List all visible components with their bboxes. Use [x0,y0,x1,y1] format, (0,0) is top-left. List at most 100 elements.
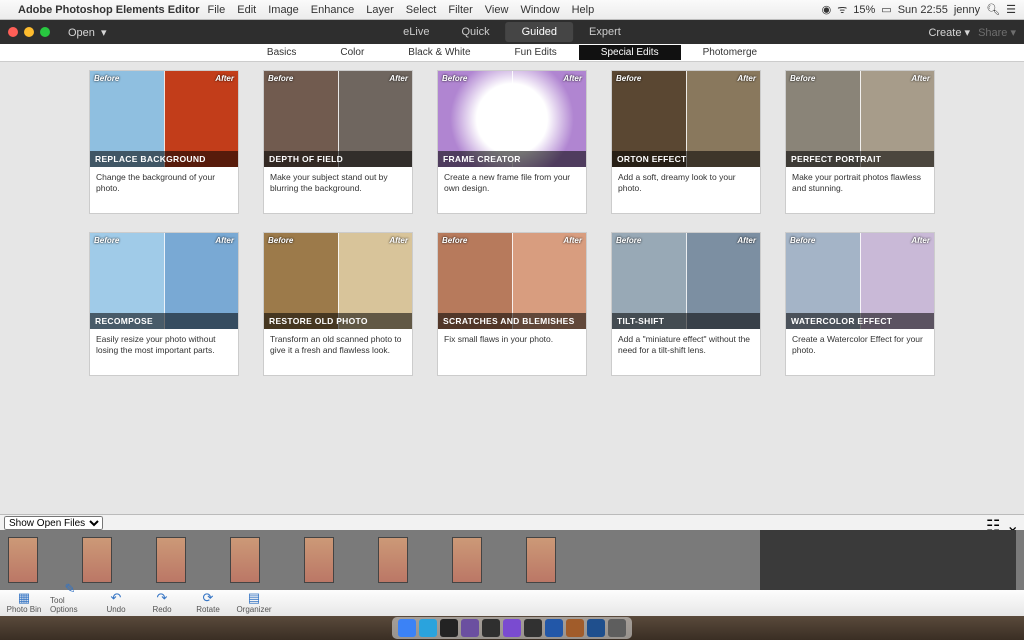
open-file-thumb[interactable] [156,537,186,583]
card-restore-old-photo[interactable]: BeforeAfterRESTORE OLD PHOTOTransform an… [263,232,413,376]
grid-view-icon[interactable]: ☷ [986,516,1000,530]
card-recompose[interactable]: BeforeAfterRECOMPOSEEasily resize your p… [89,232,239,376]
photo-bin-icon: ▦ [15,591,33,605]
dock-app-icon[interactable] [461,619,479,637]
share-button[interactable]: Share ▾ [978,26,1016,39]
card-thumb: BeforeAfterREPLACE BACKGROUND [90,71,238,167]
mode-tab-quick[interactable]: Quick [445,22,505,42]
dock-app-icon[interactable] [503,619,521,637]
card-watercolor-effect[interactable]: BeforeAfterWATERCOLOR EFFECTCreate a Wat… [785,232,935,376]
minimize-icon[interactable] [24,27,34,37]
subtab-black-white[interactable]: Black & White [386,45,492,60]
menu-edit[interactable]: Edit [237,4,256,16]
open-file-thumb[interactable] [452,537,482,583]
window-controls[interactable] [8,27,50,37]
subtab-special-edits[interactable]: Special Edits [579,45,681,60]
card-orton-effect[interactable]: BeforeAfterORTON EFFECTAdd a soft, dream… [611,70,761,214]
card-description: Create a Watercolor Effect for your phot… [786,329,934,375]
open-file-thumb[interactable] [230,537,260,583]
menu-view[interactable]: View [485,4,509,16]
open-file-thumb[interactable] [304,537,334,583]
user-name[interactable]: jenny [954,4,980,16]
tool-undo[interactable]: ↶Undo [96,591,136,614]
card-perfect-portrait[interactable]: BeforeAfterPERFECT PORTRAITMake your por… [785,70,935,214]
mode-tab-guided[interactable]: Guided [506,22,573,42]
card-title: SCRATCHES AND BLEMISHES [438,313,586,329]
before-label: Before [94,74,119,83]
open-file-thumb[interactable] [8,537,38,583]
card-scratches-and-blemishes[interactable]: BeforeAfterSCRATCHES AND BLEMISHESFix sm… [437,232,587,376]
card-description: Easily resize your photo without losing … [90,329,238,375]
dock-app-icon[interactable] [566,619,584,637]
app-name[interactable]: Adobe Photoshop Elements Editor [18,4,200,16]
card-replace-background[interactable]: BeforeAfterREPLACE BACKGROUNDChange the … [89,70,239,214]
mode-tab-expert[interactable]: Expert [573,22,637,42]
open-file-thumb[interactable] [82,537,112,583]
dock-app-icon[interactable] [398,619,416,637]
card-thumb: BeforeAfterWATERCOLOR EFFECT [786,233,934,329]
dock-app-icon[interactable] [440,619,458,637]
menu-icon[interactable]: ☰ [1006,3,1016,16]
dock-app-icon[interactable] [545,619,563,637]
clock: Sun 22:55 [898,4,948,16]
before-label: Before [268,74,293,83]
before-label: Before [616,236,641,245]
after-label: After [215,236,234,245]
tool-redo[interactable]: ↷Redo [142,591,182,614]
card-description: Transform an old scanned photo to give i… [264,329,412,375]
card-title: WATERCOLOR EFFECT [786,313,934,329]
menu-window[interactable]: Window [520,4,559,16]
open-file-thumb[interactable] [378,537,408,583]
spotlight-icon[interactable]: 🔍︎ [986,3,1000,16]
after-label: After [215,74,234,83]
subtab-fun-edits[interactable]: Fun Edits [493,45,579,60]
before-label: Before [268,236,293,245]
menu-layer[interactable]: Layer [366,4,394,16]
wifi-icon: ᯤ [837,2,847,17]
card-description: Make your portrait photos flawless and s… [786,167,934,213]
close-icon[interactable] [8,27,18,37]
menu-help[interactable]: Help [572,4,595,16]
macos-dock[interactable] [392,617,632,639]
menu-select[interactable]: Select [406,4,437,16]
open-button[interactable]: Open ▾ [60,24,115,41]
app-toolbar: Open ▾ eLiveQuickGuidedExpert Create ▾ S… [0,20,1024,44]
card-title: ORTON EFFECT [612,151,760,167]
menu-enhance[interactable]: Enhance [311,4,354,16]
mode-tab-elive[interactable]: eLive [387,22,445,42]
desktop-background [0,616,1024,640]
menu-image[interactable]: Image [268,4,299,16]
menu-file[interactable]: File [208,4,226,16]
card-description: Add a soft, dreamy look to your photo. [612,167,760,213]
tool-photo-bin[interactable]: ▦Photo Bin [4,591,44,614]
card-title: PERFECT PORTRAIT [786,151,934,167]
card-title: RESTORE OLD PHOTO [264,313,412,329]
menu-filter[interactable]: Filter [448,4,472,16]
tool-tool-options[interactable]: ✎Tool Options [50,582,90,614]
tool-organizer[interactable]: ▤Organizer [234,591,274,614]
card-depth-of-field[interactable]: BeforeAfterDEPTH OF FIELDMake your subje… [263,70,413,214]
dock-app-icon[interactable] [587,619,605,637]
subtab-color[interactable]: Color [318,45,386,60]
zoom-icon[interactable] [40,27,50,37]
card-tilt-shift[interactable]: BeforeAfterTILT-SHIFTAdd a "miniature ef… [611,232,761,376]
create-button[interactable]: Create ▾ [928,26,970,39]
after-label: After [563,236,582,245]
subtab-basics[interactable]: Basics [245,45,318,60]
open-file-thumb[interactable] [526,537,556,583]
dock-app-icon[interactable] [608,619,626,637]
rotate-icon: ⟳ [199,591,217,605]
undo-icon: ↶ [107,591,125,605]
after-label: After [389,74,408,83]
card-thumb: BeforeAfterSCRATCHES AND BLEMISHES [438,233,586,329]
after-label: After [737,236,756,245]
dock-app-icon[interactable] [419,619,437,637]
subtab-photomerge[interactable]: Photomerge [681,45,779,60]
dock-app-icon[interactable] [524,619,542,637]
collapse-icon[interactable]: ⌄ [1006,516,1020,530]
show-open-files-select[interactable]: Show Open Files [4,516,103,530]
card-thumb: BeforeAfterRESTORE OLD PHOTO [264,233,412,329]
tool-rotate[interactable]: ⟳Rotate [188,591,228,614]
card-frame-creator[interactable]: BeforeAfterFRAME CREATORCreate a new fra… [437,70,587,214]
dock-app-icon[interactable] [482,619,500,637]
